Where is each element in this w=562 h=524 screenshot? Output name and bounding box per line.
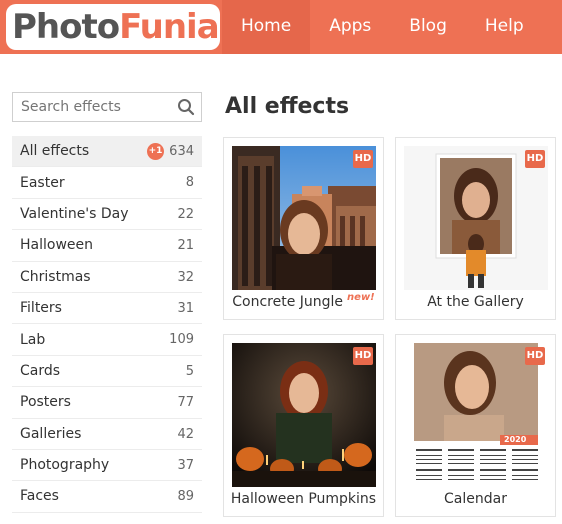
new-count-badge: +1: [147, 143, 164, 160]
category-count: 8: [185, 175, 194, 191]
photofunia-logo[interactable]: Photo Funia: [12, 6, 220, 48]
nav-apps[interactable]: Apps: [310, 0, 390, 54]
hd-badge: HD: [353, 347, 373, 365]
effect-title: Halloween Pumpkins: [230, 491, 377, 507]
search-box: [12, 92, 202, 122]
category-count: 21: [177, 238, 194, 254]
category-count: 22: [177, 206, 194, 222]
category-label: Photography: [20, 457, 110, 474]
category-label: Easter: [20, 174, 65, 191]
category-label: Christmas: [20, 268, 91, 285]
effect-title: Calendar: [444, 491, 507, 507]
effect-card-concrete-jungle[interactable]: HD Concrete Jungle new!: [223, 137, 384, 320]
main-nav: Home Apps Blog Help: [222, 0, 543, 54]
logo-funia-text: Funia: [119, 7, 220, 47]
logo-photo-text: Photo: [12, 7, 120, 47]
category-label: All effects: [20, 143, 90, 160]
effect-title: Concrete Jungle new!: [224, 292, 383, 310]
category-cards[interactable]: Cards 5: [12, 356, 202, 388]
effect-title: At the Gallery: [427, 294, 524, 310]
hd-badge: HD: [525, 347, 545, 365]
nav-blog[interactable]: Blog: [390, 0, 466, 54]
category-valentines-day[interactable]: Valentine's Day 22: [12, 199, 202, 231]
category-label: Faces: [20, 488, 59, 505]
category-count: 31: [177, 300, 194, 316]
category-count: 77: [177, 395, 194, 411]
hd-badge: HD: [525, 150, 545, 168]
category-label: Cards: [20, 362, 61, 379]
category-count: 89: [177, 489, 194, 505]
category-label: Halloween: [20, 237, 94, 254]
category-easter[interactable]: Easter 8: [12, 167, 202, 199]
category-label: Filters: [20, 300, 62, 317]
category-faces[interactable]: Faces 89: [12, 481, 202, 513]
category-halloween[interactable]: Halloween 21: [12, 230, 202, 262]
category-count: 109: [169, 332, 194, 348]
nav-help[interactable]: Help: [466, 0, 543, 54]
nav-home[interactable]: Home: [222, 0, 311, 54]
category-label: Galleries: [20, 425, 82, 442]
category-label: Valentine's Day: [20, 205, 129, 222]
effect-title-text: Concrete Jungle: [232, 294, 344, 310]
category-galleries[interactable]: Galleries 42: [12, 419, 202, 450]
category-count: 42: [177, 426, 194, 442]
category-list: All effects +1 634 Easter 8 Valentine's …: [12, 136, 202, 513]
category-filters[interactable]: Filters 31: [12, 293, 202, 325]
category-label: Posters: [20, 394, 71, 411]
search-input[interactable]: [13, 93, 173, 121]
category-lab[interactable]: Lab 109: [12, 324, 202, 356]
category-count: 37: [177, 457, 194, 473]
category-all-effects[interactable]: All effects +1 634: [12, 136, 202, 168]
category-label: Lab: [20, 331, 46, 348]
sidebar: All effects +1 634 Easter 8 Valentine's …: [12, 92, 202, 513]
category-count: 32: [177, 269, 194, 285]
effect-card-calendar[interactable]: 2020 HD Calendar: [395, 334, 556, 517]
page-title: All effects: [225, 94, 350, 119]
category-photography[interactable]: Photography 37: [12, 450, 202, 482]
search-icon[interactable]: [177, 98, 195, 116]
category-posters[interactable]: Posters 77: [12, 387, 202, 419]
category-christmas[interactable]: Christmas 32: [12, 262, 202, 293]
hd-badge: HD: [353, 150, 373, 168]
top-header: Photo Funia Home Apps Blog Help: [0, 0, 562, 54]
effect-card-halloween-pumpkins[interactable]: HD Halloween Pumpkins: [223, 334, 384, 517]
calendar-year: 2020: [504, 435, 527, 444]
effect-card-at-the-gallery[interactable]: HD At the Gallery: [395, 137, 556, 320]
new-tag: new!: [347, 292, 375, 303]
category-count: 5: [185, 363, 194, 379]
category-count: 634: [169, 144, 194, 159]
